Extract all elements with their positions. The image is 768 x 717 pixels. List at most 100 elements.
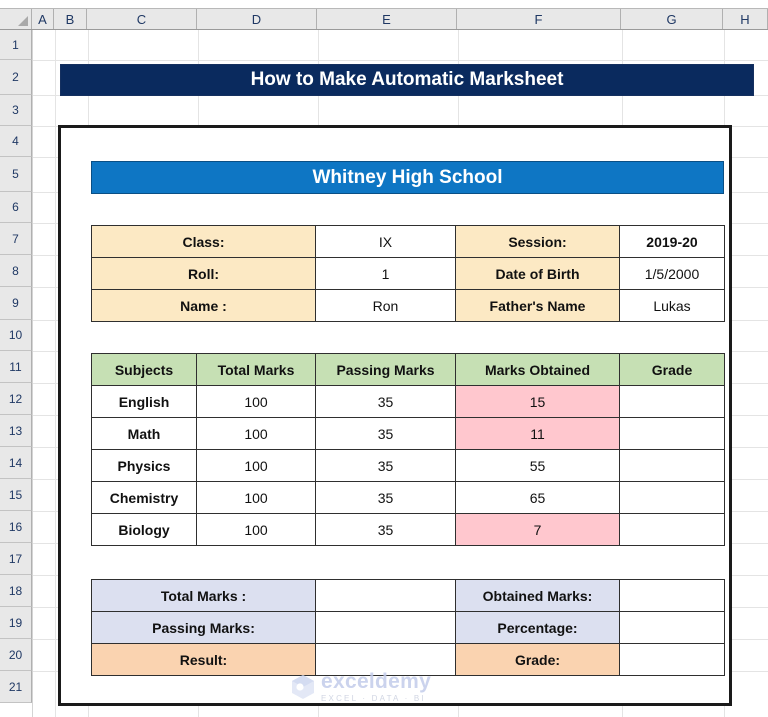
row-header-8[interactable]: 8 <box>0 255 32 287</box>
column-header-e[interactable]: E <box>317 9 457 29</box>
select-all-triangle-icon[interactable] <box>0 9 32 29</box>
gridline <box>55 30 56 717</box>
total-marks: 100 <box>196 449 316 482</box>
fathers-name-value[interactable]: Lukas <box>619 289 725 322</box>
row-header-1[interactable]: 1 <box>0 30 32 60</box>
row-header-11[interactable]: 11 <box>0 351 32 383</box>
student-info-row: Roll: 1 Date of Birth 1/5/2000 <box>91 257 725 290</box>
passing-marks: 35 <box>315 449 456 482</box>
column-header-c[interactable]: C <box>87 9 197 29</box>
percentage-value[interactable] <box>619 611 725 644</box>
session-label: Session: <box>455 225 620 258</box>
watermark-text: exceldemy EXCEL · DATA · BI <box>321 671 431 703</box>
row-header-18[interactable]: 18 <box>0 575 32 607</box>
summary-row: Passing Marks: Percentage: <box>91 611 725 644</box>
student-info-row: Class: IX Session: 2019-20 <box>91 225 725 258</box>
row-header-12[interactable]: 12 <box>0 383 32 415</box>
header-total-marks: Total Marks <box>196 353 316 386</box>
table-row: Math 100 35 11 <box>91 417 725 450</box>
title-banner: How to Make Automatic Marksheet <box>60 64 754 96</box>
table-row: Physics 100 35 55 <box>91 449 725 482</box>
passing-marks: 35 <box>315 417 456 450</box>
row-header-14[interactable]: 14 <box>0 447 32 479</box>
grade-cell[interactable] <box>619 513 725 546</box>
row-header-3[interactable]: 3 <box>0 95 32 126</box>
column-header-a[interactable]: A <box>32 9 54 29</box>
date-of-birth-label: Date of Birth <box>455 257 620 290</box>
passing-marks-label: Passing Marks: <box>91 611 316 644</box>
roll-value[interactable]: 1 <box>315 257 456 290</box>
row-header-9[interactable]: 9 <box>0 287 32 320</box>
total-marks: 100 <box>196 385 316 418</box>
row-header-17[interactable]: 17 <box>0 543 32 575</box>
marks-obtained[interactable]: 7 <box>455 513 620 546</box>
row-header-20[interactable]: 20 <box>0 639 32 671</box>
marks-table-header-row: Subjects Total Marks Passing Marks Marks… <box>91 353 725 386</box>
class-value[interactable]: IX <box>315 225 456 258</box>
total-marks: 100 <box>196 417 316 450</box>
column-header-f[interactable]: F <box>457 9 621 29</box>
obtained-marks-value[interactable] <box>619 579 725 612</box>
summary-table: Total Marks : Obtained Marks: Passing Ma… <box>91 579 725 676</box>
column-header-d[interactable]: D <box>197 9 317 29</box>
row-header-19[interactable]: 19 <box>0 607 32 639</box>
marks-obtained[interactable]: 65 <box>455 481 620 514</box>
watermark-brand: exceldemy <box>321 670 432 693</box>
total-marks-value[interactable] <box>315 579 456 612</box>
row-header-4[interactable]: 4 <box>0 126 32 157</box>
subject-name: Biology <box>91 513 197 546</box>
passing-marks: 35 <box>315 481 456 514</box>
watermark: exceldemy EXCEL · DATA · BI <box>291 671 431 703</box>
column-header-h[interactable]: H <box>723 9 768 29</box>
total-marks-label: Total Marks : <box>91 579 316 612</box>
row-header-13[interactable]: 13 <box>0 415 32 447</box>
marks-table: Subjects Total Marks Passing Marks Marks… <box>91 353 725 546</box>
column-header-b[interactable]: B <box>54 9 87 29</box>
session-value[interactable]: 2019-20 <box>619 225 725 258</box>
total-marks: 100 <box>196 513 316 546</box>
row-header-5[interactable]: 5 <box>0 157 32 192</box>
subject-name: English <box>91 385 197 418</box>
spreadsheet-canvas: A B C D E F G H 1 2 3 4 5 6 7 8 9 10 11 … <box>0 0 768 717</box>
page-title: How to Make Automatic Marksheet <box>250 69 564 90</box>
grade-cell[interactable] <box>619 385 725 418</box>
table-row: Biology 100 35 7 <box>91 513 725 546</box>
watermark-tagline: EXCEL · DATA · BI <box>321 694 426 703</box>
header-marks-obtained: Marks Obtained <box>455 353 620 386</box>
row-header-10[interactable]: 10 <box>0 320 32 351</box>
marks-obtained[interactable]: 55 <box>455 449 620 482</box>
row-header-21[interactable]: 21 <box>0 671 32 703</box>
row-header-6[interactable]: 6 <box>0 192 32 223</box>
student-info-row: Name : Ron Father's Name Lukas <box>91 289 725 322</box>
header-passing-marks: Passing Marks <box>315 353 456 386</box>
gridline <box>33 60 768 61</box>
name-value[interactable]: Ron <box>315 289 456 322</box>
fathers-name-label: Father's Name <box>455 289 620 322</box>
student-info-table: Class: IX Session: 2019-20 Roll: 1 Date … <box>91 225 725 322</box>
row-header-2[interactable]: 2 <box>0 60 32 95</box>
marks-obtained[interactable]: 11 <box>455 417 620 450</box>
final-grade-value[interactable] <box>619 643 725 676</box>
grade-cell[interactable] <box>619 481 725 514</box>
table-row: English 100 35 15 <box>91 385 725 418</box>
column-header-g[interactable]: G <box>621 9 723 29</box>
subject-name: Chemistry <box>91 481 197 514</box>
row-header-15[interactable]: 15 <box>0 479 32 511</box>
exceldemy-cube-logo-icon <box>292 675 314 699</box>
final-grade-label: Grade: <box>455 643 620 676</box>
summary-row: Total Marks : Obtained Marks: <box>91 579 725 612</box>
passing-marks-value[interactable] <box>315 611 456 644</box>
row-header-column: 1 2 3 4 5 6 7 8 9 10 11 12 13 14 15 16 1… <box>0 30 32 703</box>
row-header-7[interactable]: 7 <box>0 223 32 255</box>
grade-cell[interactable] <box>619 417 725 450</box>
subject-name: Math <box>91 417 197 450</box>
result-label: Result: <box>91 643 316 676</box>
total-marks: 100 <box>196 481 316 514</box>
header-grade: Grade <box>619 353 725 386</box>
grade-cell[interactable] <box>619 449 725 482</box>
header-subjects: Subjects <box>91 353 197 386</box>
marks-obtained[interactable]: 15 <box>455 385 620 418</box>
row-header-16[interactable]: 16 <box>0 511 32 543</box>
column-header-row: A B C D E F G H <box>0 8 768 30</box>
date-of-birth-value[interactable]: 1/5/2000 <box>619 257 725 290</box>
